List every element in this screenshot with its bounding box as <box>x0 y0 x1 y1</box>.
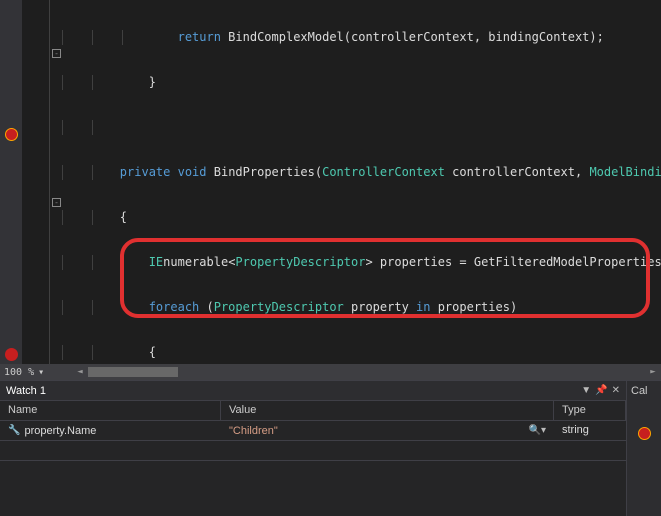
breakpoint-gutter[interactable] <box>0 0 22 380</box>
type: IE <box>149 255 163 269</box>
col-value[interactable]: Value <box>221 401 554 420</box>
watch-row[interactable]: 🔧 property.Name "Children" 🔍▾ string <box>0 421 626 441</box>
pin-icon[interactable]: 📌 <box>595 385 607 396</box>
wrench-icon: 🔧 <box>8 425 20 436</box>
brace: } <box>149 75 156 89</box>
zoom-value: 100 % <box>4 367 34 378</box>
type: ControllerContext <box>322 165 445 179</box>
dropdown-icon[interactable]: ▼ <box>581 385 591 396</box>
watch-expr[interactable]: property.Name <box>24 425 96 437</box>
breakpoint-active[interactable] <box>5 128 18 141</box>
side-tab-label[interactable]: Cal <box>631 385 657 397</box>
code-text: > properties = GetFilteredModelPropertie… <box>365 255 661 269</box>
scroll-track[interactable] <box>88 364 645 380</box>
panel-title: Watch 1 <box>6 385 46 397</box>
scroll-left-button[interactable]: ◄ <box>72 364 88 380</box>
watch-panel: Watch 1 ▼ 📌 ✕ Name Value Type 🔧 property.… <box>0 380 661 516</box>
keyword: void <box>178 165 207 179</box>
keyword: in <box>416 300 430 314</box>
keyword: return <box>178 30 221 44</box>
code-text: properties) <box>430 300 517 314</box>
scroll-thumb[interactable] <box>88 367 178 377</box>
code-content[interactable]: return BindComplexModel(controllerContex… <box>52 0 661 380</box>
side-panel[interactable]: Cal <box>626 381 661 516</box>
code-text: BindComplexModel(controllerContext, bind… <box>221 30 604 44</box>
horizontal-scrollbar[interactable]: ◄ ► <box>72 364 661 380</box>
type: ModelBindingC <box>589 165 661 179</box>
breakpoint[interactable] <box>5 348 18 361</box>
type: PropertyDescriptor <box>235 255 365 269</box>
chevron-down-icon[interactable]: ▾ <box>38 367 44 378</box>
keyword: foreach <box>149 300 200 314</box>
code-editor[interactable]: - - return BindComplexModel(controllerCo… <box>0 0 661 380</box>
watch-column-headers: Name Value Type <box>0 401 626 421</box>
breakpoint-indicator <box>638 427 651 440</box>
watch-value: "Children" <box>229 425 278 437</box>
scroll-right-button[interactable]: ► <box>645 364 661 380</box>
watch-titlebar[interactable]: Watch 1 ▼ 📌 ✕ <box>0 381 626 401</box>
col-name[interactable]: Name <box>0 401 221 420</box>
magnifier-icon[interactable]: 🔍▾ <box>529 425 546 436</box>
brace: { <box>120 210 127 224</box>
watch-type: string <box>554 421 626 440</box>
param: controllerContext, <box>445 165 590 179</box>
zoom-indicator[interactable]: 100 % ▾ <box>0 364 72 380</box>
watch-row-empty[interactable] <box>0 441 626 461</box>
method-name: BindProperties( <box>207 165 323 179</box>
type: PropertyDescriptor <box>214 300 344 314</box>
code-text: numerable <box>163 255 228 269</box>
keyword: private <box>120 165 171 179</box>
brace: { <box>149 345 156 359</box>
outline-gutter: - - <box>22 0 50 380</box>
col-type[interactable]: Type <box>554 401 626 420</box>
code-text: property <box>344 300 416 314</box>
code-text: ( <box>199 300 213 314</box>
close-icon[interactable]: ✕ <box>612 385 620 396</box>
